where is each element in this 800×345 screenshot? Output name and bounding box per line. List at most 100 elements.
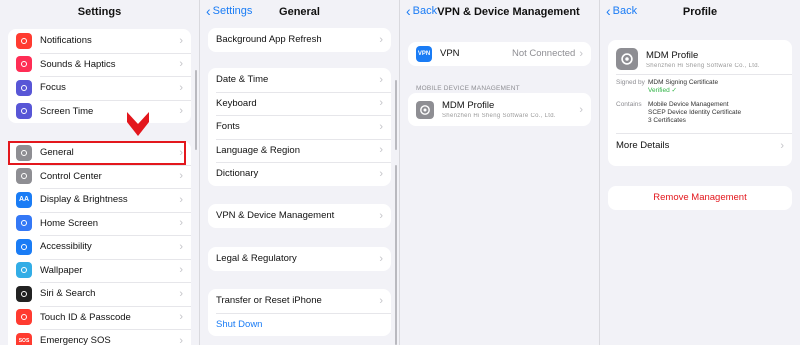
chevron-right-icon: › — [579, 103, 583, 116]
settings-row-sounds-haptics[interactable]: Sounds & Haptics › — [8, 52, 191, 77]
touch-id-icon — [16, 309, 32, 326]
back-label: Settings — [212, 5, 253, 17]
chevron-right-icon: › — [379, 252, 383, 265]
general-row-label: VPN & Device Management — [216, 210, 335, 222]
chevron-right-icon: › — [179, 264, 183, 277]
settings-row-notifications[interactable]: Notifications › — [8, 29, 191, 53]
section-header: MOBILE DEVICE MANAGEMENT — [416, 85, 520, 92]
settings-row-label: Control Center — [40, 170, 102, 182]
chevron-right-icon: › — [379, 209, 383, 222]
page-title: VPN & Device Management — [437, 6, 580, 18]
general-row[interactable]: Keyboard › — [208, 91, 391, 116]
general-row-label: Legal & Regulatory — [216, 253, 297, 265]
general-row-label: Date & Time — [216, 74, 269, 86]
vpn-row[interactable]: VPN VPN Not Connected › — [408, 42, 591, 66]
general-row[interactable]: Legal & Regulatory › — [208, 247, 391, 271]
contains-item: SCEP Device Identity Certificate — [648, 109, 742, 116]
chevron-right-icon: › — [179, 34, 183, 47]
general-row[interactable]: Fonts › — [208, 115, 391, 139]
more-details-row[interactable]: More Details › — [608, 134, 792, 158]
chevron-right-icon: › — [179, 58, 183, 71]
mdm-profile-title: MDM Profile — [442, 100, 495, 111]
back-button[interactable]: ‹ Back — [606, 3, 637, 19]
arrow-down-icon — [127, 110, 149, 138]
back-button[interactable]: ‹ Settings — [206, 3, 253, 19]
signed-by-label: Signed by — [616, 79, 645, 86]
scrollbar[interactable] — [195, 70, 197, 150]
chevron-right-icon: › — [379, 33, 383, 46]
settings-row-screen-time[interactable]: Screen Time › — [8, 99, 191, 124]
general-row-label: Dictionary — [216, 168, 259, 180]
chevron-right-icon: › — [179, 334, 183, 345]
chevron-right-icon: › — [179, 311, 183, 324]
settings-row-label: Siri & Search — [40, 288, 96, 300]
general-row[interactable]: Background App Refresh › — [208, 28, 391, 52]
settings-row-control-center[interactable]: Control Center › — [8, 164, 191, 189]
checkmark-icon: ✓ — [671, 87, 677, 94]
vpn-group: VPN VPN Not Connected › — [408, 42, 591, 66]
settings-row-emergency-sos[interactable]: SOS Emergency SOS › — [8, 329, 191, 345]
control-center-icon — [16, 168, 32, 185]
page-title: General — [279, 6, 320, 18]
profile-header-text: MDM Profile Shenzhen Hi Sheng Software C… — [646, 50, 760, 69]
contains-item: Mobile Device Management — [648, 101, 729, 108]
profile-gear-icon — [416, 100, 434, 119]
chevron-right-icon: › — [179, 240, 183, 253]
general-row-label: Keyboard — [216, 97, 257, 109]
general-group-refresh: Background App Refresh › — [208, 28, 391, 52]
settings-row-label: Emergency SOS — [40, 335, 111, 345]
general-row-label: Fonts — [216, 121, 240, 133]
profile-name: MDM Profile — [646, 49, 699, 61]
general-row-label: Transfer or Reset iPhone — [216, 295, 322, 307]
back-button[interactable]: ‹ Back — [406, 4, 437, 18]
mdm-profile-text: MDM Profile Shenzhen Hi Sheng Software C… — [442, 100, 579, 119]
general-group-datetime: Date & Time › Keyboard › Fonts › Language & Re… — [208, 68, 391, 186]
scrollbar[interactable] — [395, 80, 397, 150]
general-row[interactable]: Date & Time › — [208, 68, 391, 92]
settings-row-wallpaper[interactable]: Wallpaper › — [8, 258, 191, 283]
chevron-right-icon: › — [379, 73, 383, 86]
chevron-left-icon: ‹ — [606, 3, 611, 19]
contains-label: Contains — [616, 101, 642, 108]
shut-down-button[interactable]: Shut Down — [208, 312, 391, 337]
settings-row-focus[interactable]: Focus › — [8, 76, 191, 100]
general-group-legal: Legal & Regulatory › — [208, 247, 391, 271]
settings-row-touch-id-passcode[interactable]: Touch ID & Passcode › — [8, 305, 191, 330]
verified-status: Verified ✓ — [648, 87, 718, 95]
general-row[interactable]: VPN & Device Management › — [208, 204, 391, 228]
general-group-transfer: Transfer or Reset iPhone › Shut Down — [208, 289, 391, 336]
sounds-icon — [16, 56, 32, 73]
wallpaper-icon — [16, 262, 32, 279]
chevron-right-icon: › — [379, 120, 383, 133]
page-title: Settings — [77, 6, 122, 18]
remove-group: Remove Management — [608, 186, 792, 210]
general-row-label: Shut Down — [216, 318, 263, 330]
general-panel: ‹ Settings General Background App Refresh… — [200, 0, 400, 345]
remove-management-button[interactable]: Remove Management — [608, 186, 792, 210]
profile-subtitle: Shenzhen Hi Sheng Software Co., Ltd. — [646, 62, 760, 69]
general-row[interactable]: Transfer or Reset iPhone › — [208, 289, 391, 313]
sos-icon: SOS — [16, 332, 32, 345]
chevron-right-icon: › — [780, 139, 784, 152]
display-icon: AA — [16, 191, 32, 208]
profile-panel: ‹ Back Profile MDM Profile Shenzhen Hi Sh… — [600, 0, 800, 345]
chevron-right-icon: › — [179, 105, 183, 118]
home-screen-icon — [16, 215, 32, 232]
general-row[interactable]: Dictionary › — [208, 162, 391, 186]
mdm-profile-row[interactable]: MDM Profile Shenzhen Hi Sheng Software C… — [408, 93, 591, 126]
chevron-left-icon: ‹ — [206, 3, 211, 19]
settings-row-display-brightness[interactable]: AA Display & Brightness › — [8, 188, 191, 212]
chevron-right-icon: › — [179, 81, 183, 94]
vpn-panel: ‹ Back VPN & Device Management VPN VPN No… — [400, 0, 600, 345]
settings-row-home-screen[interactable]: Home Screen › — [8, 211, 191, 236]
settings-row-accessibility[interactable]: Accessibility › — [8, 235, 191, 259]
vpn-icon: VPN — [416, 45, 432, 62]
scrollbar-track[interactable] — [395, 165, 397, 345]
chevron-right-icon: › — [379, 144, 383, 157]
profile-navbar: ‹ Back Profile — [600, 0, 800, 24]
mdm-group: MDM Profile Shenzhen Hi Sheng Software C… — [408, 93, 591, 126]
general-row[interactable]: Language & Region › — [208, 138, 391, 163]
verified-label: Verified — [648, 87, 670, 94]
contains-values: Mobile Device Management SCEP Device Iden… — [648, 101, 741, 125]
settings-row-siri-search[interactable]: Siri & Search › — [8, 282, 191, 306]
